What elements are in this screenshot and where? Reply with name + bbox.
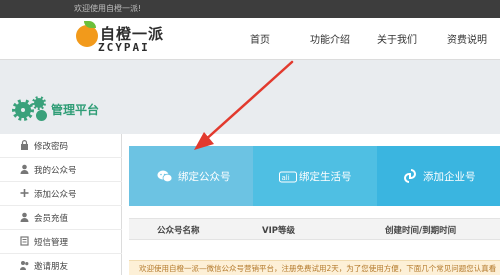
welcome-text: 欢迎使用自橙一派! — [74, 4, 142, 13]
alipay-icon: ali — [279, 168, 297, 183]
invite-icon — [19, 260, 29, 270]
sidebar-item-recharge[interactable]: 会员充值 — [0, 206, 122, 230]
sidebar-item-sms[interactable]: 短信管理 — [0, 230, 122, 254]
sidebar-item-label: 短信管理 — [34, 238, 69, 248]
plus-icon — [19, 188, 29, 198]
site-logo[interactable]: 自橙一派 ZCYPAI — [76, 21, 196, 57]
sidebar-item-invite[interactable]: 邀请朋友 — [0, 254, 122, 275]
sidebar-item-add-account[interactable]: 添加公众号 — [0, 182, 122, 206]
add-enterprise-account-button[interactable]: 添加企业号 — [377, 146, 500, 206]
svg-text:ali: ali — [282, 174, 290, 182]
card-label: 绑定生活号 — [299, 171, 352, 183]
card-label: 绑定公众号 — [178, 171, 231, 183]
sidebar-item-label: 修改密码 — [34, 142, 69, 152]
gear-tiny-icon — [36, 110, 47, 121]
sidebar-item-change-password[interactable]: 修改密码 — [0, 134, 122, 158]
notice-banner: 欢迎使用自橙一派—微信公众号营销平台，注册免费试用2天，为了您使用方便，下面几个… — [129, 260, 500, 275]
main-content: 绑定公众号 ali 绑定生活号 添加企业号 公众号名称 VIP等级 创建时间/到… — [122, 134, 500, 275]
nav-about[interactable]: 关于我们 — [377, 31, 417, 46]
column-header-time: 创建时间/到期时间 — [385, 226, 457, 236]
nav-home[interactable]: 首页 — [250, 31, 270, 46]
nav-features[interactable]: 功能介绍 — [310, 31, 350, 46]
link-icon — [403, 168, 417, 183]
member-icon — [19, 212, 29, 222]
sidebar-item-label: 会员充值 — [34, 214, 69, 224]
orange-logo-icon — [76, 25, 98, 47]
sidebar: 修改密码 我的公众号 添加公众号 会员充值 短信管理 邀请朋友 — [0, 134, 122, 275]
bind-official-account-button[interactable]: 绑定公众号 — [129, 146, 253, 206]
accounts-table-header: 公众号名称 VIP等级 创建时间/到期时间 — [129, 218, 500, 240]
nav-pricing[interactable]: 资费说明 — [447, 31, 487, 46]
logo-name-en: ZCYPAI — [98, 41, 150, 54]
site-header: 自橙一派 ZCYPAI 首页 功能介绍 关于我们 资费说明 — [0, 18, 500, 60]
bind-life-account-button[interactable]: ali 绑定生活号 — [253, 146, 377, 206]
panel-label: 管理平台 — [51, 103, 100, 117]
gear-icon — [12, 99, 34, 121]
user-icon — [19, 164, 29, 174]
column-header-vip: VIP等级 — [262, 226, 295, 236]
gear-small-icon — [32, 96, 46, 110]
panel-title: 管理平台 — [8, 96, 148, 124]
wechat-icon — [157, 168, 173, 183]
sidebar-item-label: 邀请朋友 — [34, 262, 69, 272]
lock-icon — [19, 140, 29, 150]
sidebar-item-my-accounts[interactable]: 我的公众号 — [0, 158, 122, 182]
card-label: 添加企业号 — [423, 171, 476, 183]
column-header-name: 公众号名称 — [157, 226, 200, 236]
sms-icon — [19, 236, 29, 246]
sidebar-item-label: 我的公众号 — [34, 166, 77, 176]
sidebar-item-label: 添加公众号 — [34, 190, 77, 200]
top-bar: 欢迎使用自橙一派! — [0, 0, 500, 18]
notice-text: 欢迎使用自橙一派—微信公众号营销平台，注册免费试用2天，为了您使用方便，下面几个… — [139, 264, 497, 273]
